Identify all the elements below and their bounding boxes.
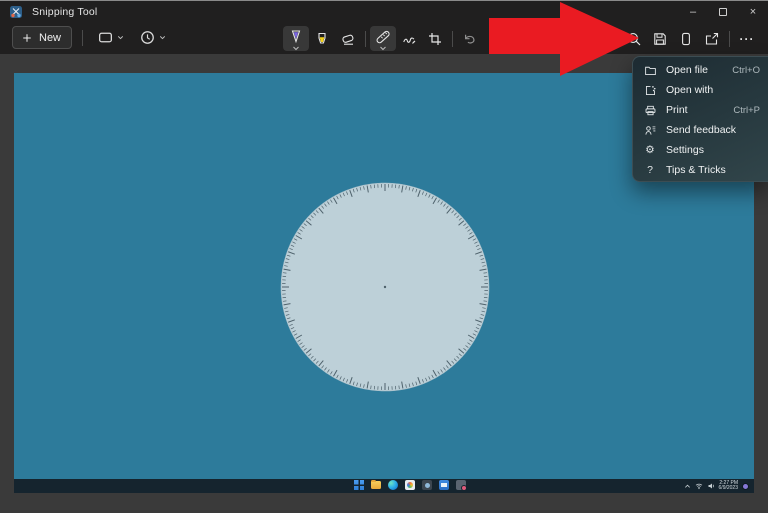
feedback-icon [643, 123, 657, 137]
more-icon: ··· [740, 32, 755, 46]
notification-badge-icon [742, 483, 749, 490]
copy-icon [678, 31, 694, 47]
redo-button[interactable] [483, 26, 509, 51]
chevron-down-icon [116, 33, 125, 42]
divider [365, 31, 366, 47]
window-controls: – × [678, 1, 768, 23]
snipping-tool-icon [456, 480, 466, 490]
chevron-down-icon [158, 33, 167, 42]
snipping-tool-logo-icon [9, 5, 23, 19]
gear-icon: ⚙ [643, 143, 657, 157]
undo-button[interactable] [457, 26, 483, 51]
ruler-icon [375, 29, 391, 45]
menu-item-print[interactable]: Print Ctrl+P [633, 100, 768, 120]
divider [729, 31, 730, 47]
folder-icon [643, 63, 657, 77]
menu-item-open-file[interactable]: Open file Ctrl+O [633, 60, 768, 80]
highlighter-button[interactable] [309, 26, 335, 51]
protractor-overlay[interactable] [280, 182, 490, 392]
crop-button[interactable] [422, 26, 448, 51]
rectangle-mode-icon [97, 29, 114, 46]
menu-item-open-with[interactable]: Open with [633, 80, 768, 100]
tray-clock: 2:27 PM 6/9/2023 [719, 481, 738, 492]
maximize-button[interactable] [708, 1, 738, 23]
mail-icon [439, 480, 449, 490]
captured-system-tray: 2:27 PM 6/9/2023 [684, 479, 749, 493]
start-icon [354, 480, 364, 490]
touch-writing-icon [401, 31, 417, 47]
toolbar-center-group [283, 26, 509, 51]
save-icon [652, 31, 668, 47]
maximize-icon [719, 8, 727, 16]
share-button[interactable] [699, 26, 725, 51]
titlebar: Snipping Tool – × [0, 1, 768, 23]
highlighter-icon [314, 31, 330, 47]
toolbar: New [0, 23, 768, 54]
open-with-icon [643, 83, 657, 97]
minimize-button[interactable]: – [678, 1, 708, 23]
question-icon: ? [643, 163, 657, 177]
snip-delay-dropdown[interactable] [135, 26, 171, 49]
printer-icon [643, 103, 657, 117]
file-explorer-icon [371, 480, 381, 490]
share-icon [704, 31, 720, 47]
see-more-menu: Open file Ctrl+O Open with Print [632, 56, 768, 182]
photos-icon [405, 480, 415, 490]
redo-icon [488, 31, 504, 47]
captured-taskbar-icons [354, 480, 466, 490]
close-button[interactable]: × [738, 1, 768, 23]
chevron-down-icon [292, 46, 300, 51]
ballpoint-pen-button[interactable] [283, 26, 309, 51]
plus-icon [21, 32, 33, 44]
speaker-icon [707, 482, 715, 490]
toolbar-right-group: ··· [621, 26, 760, 51]
divider [82, 30, 83, 46]
crop-icon [427, 31, 443, 47]
captured-taskbar: 2:27 PM 6/9/2023 [14, 479, 754, 493]
snipping-tool-window: Snipping Tool – × New [0, 0, 768, 513]
menu-item-send-feedback[interactable]: Send feedback [633, 120, 768, 140]
chevron-down-icon [379, 46, 387, 51]
menu-item-settings[interactable]: ⚙ Settings [633, 140, 768, 160]
chevron-up-icon [684, 483, 691, 490]
settings-icon [422, 480, 432, 490]
undo-icon [462, 31, 478, 47]
save-button[interactable] [647, 26, 673, 51]
ballpoint-pen-icon [288, 29, 304, 45]
tray-date: 6/9/2023 [719, 486, 738, 492]
menu-item-tips-tricks[interactable]: ? Tips & Tricks [633, 160, 768, 180]
wifi-icon [695, 482, 703, 490]
window-title: Snipping Tool [32, 6, 97, 18]
clock-icon [139, 29, 156, 46]
snip-mode-dropdown[interactable] [93, 26, 129, 49]
see-more-button[interactable]: ··· [734, 26, 760, 51]
zoom-in-icon [626, 31, 642, 47]
eraser-icon [340, 31, 356, 47]
ruler-button[interactable] [370, 26, 396, 51]
divider [452, 31, 453, 47]
touch-writing-button[interactable] [396, 26, 422, 51]
copy-button[interactable] [673, 26, 699, 51]
new-snip-button[interactable]: New [12, 26, 72, 49]
edge-icon [388, 480, 398, 490]
toolbar-left-group: New [12, 26, 171, 49]
eraser-button[interactable] [335, 26, 361, 51]
zoom-button[interactable] [621, 26, 647, 51]
